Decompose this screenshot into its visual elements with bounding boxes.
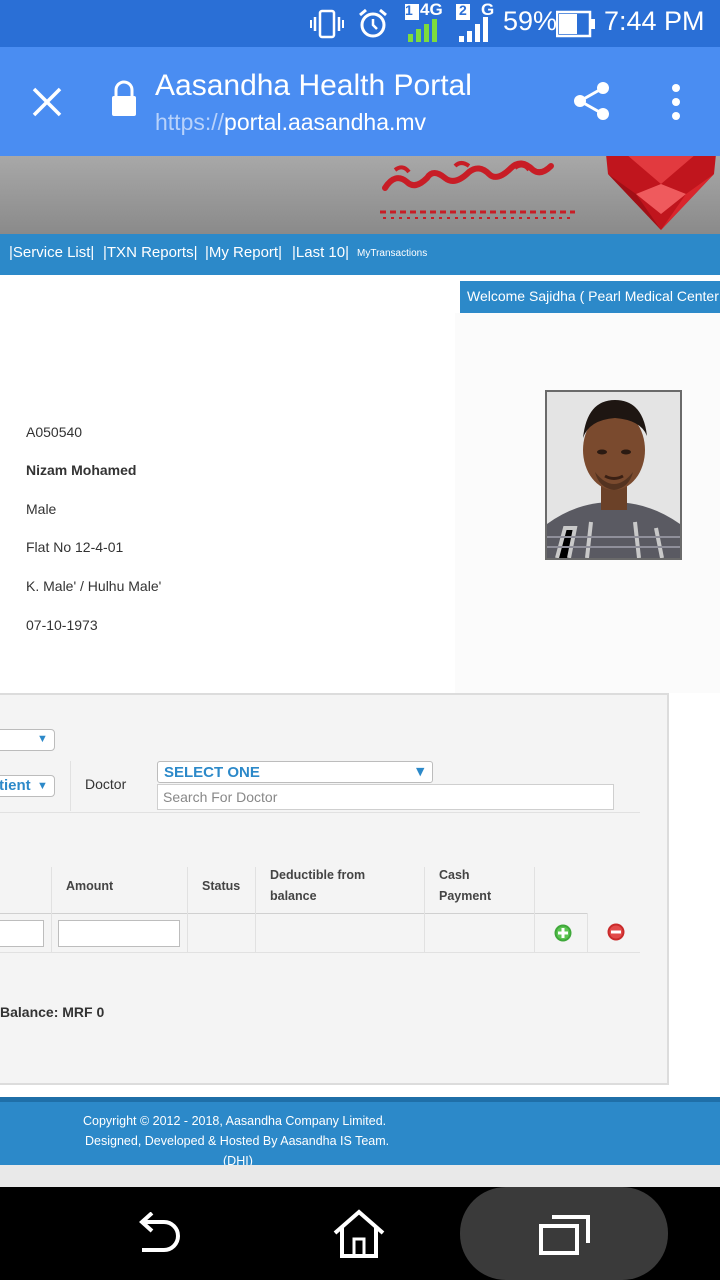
nav-my-report[interactable]: |My Report| [205, 244, 282, 261]
sim2-label: 2 [459, 2, 467, 18]
doctor-select[interactable]: SELECT ONE ▼ [157, 761, 433, 783]
browser-toolbar: Aasandha Health Portal https://portal.aa… [0, 47, 720, 156]
patient-name: Nizam Mohamed [26, 462, 137, 478]
nav-txn-reports[interactable]: |TXN Reports| [103, 244, 197, 261]
balance-text: Balance: MRF 0 [0, 1004, 105, 1020]
site-footer: Copyright © 2012 - 2018, Aasandha Compan… [0, 1097, 720, 1168]
battery-icon [556, 10, 595, 38]
col-header-deductible-2: balance [270, 889, 317, 903]
table-divider [0, 913, 587, 914]
patient-island: K. Male' / Hulhu Male' [26, 578, 162, 594]
copyright-text: Copyright © 2012 - 2018, Aasandha Compan… [83, 1114, 387, 1128]
table-divider [255, 867, 256, 953]
amount-input[interactable] [58, 920, 180, 947]
doctor-select-value: SELECT ONE [164, 764, 260, 781]
table-divider [51, 867, 52, 953]
table-divider [187, 867, 188, 953]
battery-percent: 59% [503, 6, 558, 36]
patient-photo [545, 390, 682, 560]
col-header-cash-2: Payment [439, 889, 492, 903]
network-label-1: 4G [420, 0, 443, 19]
doctor-search-input[interactable] [157, 784, 614, 810]
chevron-down-icon: ▼ [37, 733, 48, 745]
heart-logo [606, 156, 716, 230]
patient-type-value: tient [0, 777, 31, 794]
url-display[interactable]: https://portal.aasandha.mv [155, 109, 426, 136]
site-banner [0, 156, 720, 234]
divider [0, 812, 640, 813]
patient-dob: 07-10-1973 [26, 617, 98, 633]
lock-icon [112, 80, 136, 116]
col-header-deductible-1: Deductible from [270, 868, 366, 882]
patient-type-select[interactable]: tient ▼ [0, 775, 55, 797]
patient-id: A050540 [26, 424, 83, 440]
main-nav: |Service List| |TXN Reports| |My Report|… [0, 234, 720, 275]
service-type-select[interactable]: ▼ [0, 729, 55, 751]
patient-gender: Male [26, 501, 57, 517]
table-divider [0, 952, 640, 953]
table-divider [534, 867, 535, 953]
nav-service-list[interactable]: |Service List| [9, 244, 94, 261]
vibrate-icon [310, 9, 344, 39]
status-bar: 1 4G 2 G 59% 7:44 PM [0, 0, 720, 47]
nav-last-10[interactable]: |Last 10| [292, 244, 349, 261]
service-code-input[interactable] [0, 920, 44, 947]
clock: 7:44 PM [604, 6, 705, 36]
home-icon[interactable] [332, 1209, 386, 1259]
table-divider [424, 867, 425, 953]
back-icon[interactable] [130, 1212, 182, 1256]
add-row-icon[interactable] [554, 924, 572, 942]
col-header-amount: Amount [66, 879, 114, 893]
col-header-cash-1: Cash [439, 868, 470, 882]
chevron-down-icon: ▼ [37, 780, 48, 792]
doctor-label: Doctor [85, 776, 127, 792]
more-vert-icon[interactable] [668, 83, 684, 121]
share-icon[interactable] [572, 81, 612, 121]
aasandha-logo [380, 160, 575, 219]
nav-my-transactions[interactable]: MyTransactions [357, 248, 427, 259]
page-bottom [0, 1165, 720, 1187]
url-host: portal.aasandha.mv [224, 109, 427, 135]
table-divider [587, 913, 588, 953]
url-scheme: https:// [155, 109, 225, 135]
credits-text: Designed, Developed & Hosted By Aasandha… [85, 1134, 390, 1148]
welcome-banner: Welcome Sajidha ( Pearl Medical Center [460, 281, 720, 313]
close-icon[interactable] [30, 85, 64, 119]
recents-icon[interactable] [538, 1214, 592, 1256]
network-label-2: G [481, 0, 495, 19]
chevron-down-icon: ▼ [416, 765, 425, 778]
col-header-status: Status [202, 879, 241, 893]
sim1-label: 1 [405, 2, 413, 18]
page-title: Aasandha Health Portal [155, 69, 472, 102]
alarm-icon [359, 8, 387, 38]
divider [70, 761, 71, 811]
patient-address: Flat No 12-4-01 [26, 539, 124, 555]
android-nav-bar [0, 1187, 720, 1280]
remove-row-icon[interactable] [607, 923, 625, 941]
